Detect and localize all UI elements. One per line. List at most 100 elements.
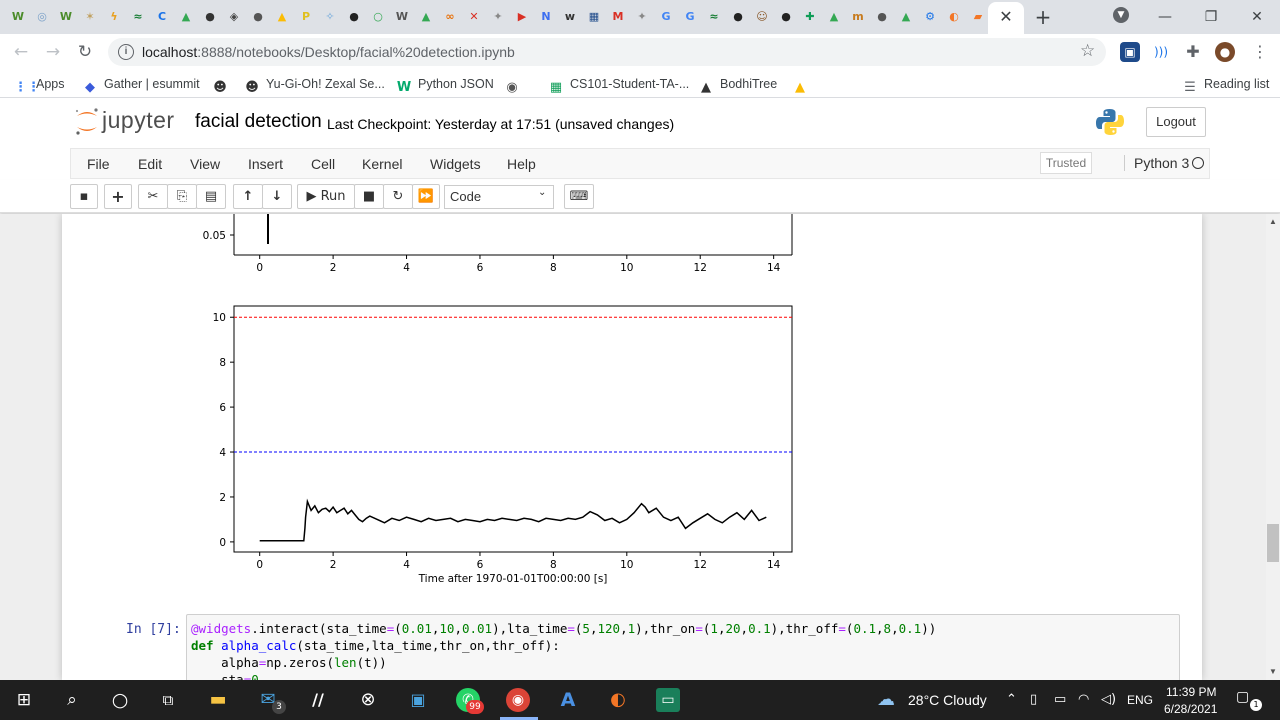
volume-icon[interactable]: ◁) — [1101, 692, 1116, 707]
code-line-3[interactable]: alpha=np.zeros(len(t)) — [191, 655, 387, 670]
bookmark-item[interactable]: W Python JSON — [396, 75, 494, 95]
restore-icon[interactable]: ❐ — [1196, 6, 1226, 28]
c-icon[interactable]: C — [153, 8, 171, 26]
github-icon[interactable]: ● — [729, 8, 747, 26]
back-icon[interactable]: ← — [10, 41, 32, 63]
python-files-icon[interactable]: ▣ — [406, 688, 430, 712]
gmail-icon[interactable]: M — [609, 8, 627, 26]
globe-icon[interactable]: ● — [873, 8, 891, 26]
google-icon[interactable]: G — [681, 8, 699, 26]
bookmark-item[interactable]: ◆ Gather | esummit — [82, 75, 200, 95]
extension-audio-icon[interactable]: ))) — [1151, 42, 1171, 62]
github-icon[interactable]: ● — [201, 8, 219, 26]
scrollbar-thumb[interactable] — [1267, 524, 1279, 562]
cut-icon[interactable]: ✂ — [138, 184, 168, 209]
drive-icon[interactable]: ▲ — [825, 8, 843, 26]
drive-icon[interactable]: ▲ — [177, 8, 195, 26]
gg-icon[interactable]: ≈ — [705, 8, 723, 26]
bookmark-star-icon[interactable]: ☆ — [1080, 41, 1095, 61]
clock-time[interactable]: 11:39 PM — [1166, 685, 1216, 699]
extension-monitor-icon[interactable]: ▣ — [1120, 42, 1140, 62]
wikipedia-icon[interactable]: W — [393, 8, 411, 26]
url-text[interactable]: localhost:8888/notebooks/Desktop/facial%… — [142, 44, 515, 60]
new-tab-button[interactable]: + — [1032, 6, 1054, 28]
m-icon[interactable]: m — [849, 8, 867, 26]
insert-cell-icon[interactable]: + — [104, 184, 132, 209]
profile-avatar[interactable]: ● — [1215, 42, 1235, 62]
battery-icon[interactable]: ▭ — [1054, 692, 1066, 707]
close-tab-icon[interactable]: ✕ — [996, 7, 1016, 27]
sparkle-icon[interactable]: ✧ — [321, 8, 339, 26]
scroll-down-icon[interactable]: ▼ — [1267, 666, 1279, 678]
lightning-icon[interactable]: ϟ — [105, 8, 123, 26]
code-line-1[interactable]: @widgets.interact(sta_time=(0.01,10,0.01… — [191, 621, 936, 636]
search-icon[interactable]: ⌕ — [60, 688, 84, 712]
jupyter-taskbar-icon[interactable]: ◐ — [606, 688, 630, 712]
reload-icon[interactable]: ↻ — [74, 41, 96, 63]
vscode-like-icon[interactable]: // — [306, 688, 330, 712]
code-line-2[interactable]: def alpha_calc(sta_time,lta_time,thr_on,… — [191, 638, 560, 653]
move-up-icon[interactable]: ↑ — [233, 184, 263, 209]
minimize-icon[interactable]: — — [1150, 6, 1180, 28]
settings-icon[interactable]: ⚙ — [921, 8, 939, 26]
n-icon[interactable]: N — [537, 8, 555, 26]
xbox-icon[interactable]: ⊗ — [356, 688, 380, 712]
language-indicator[interactable]: ENG — [1127, 693, 1153, 707]
tab-search-icon[interactable]: ▼ — [1106, 2, 1136, 24]
menu-help[interactable]: Help — [507, 156, 536, 172]
azure-icon[interactable]: A — [556, 688, 580, 712]
forward-icon[interactable]: → — [42, 41, 64, 63]
notification-center-icon[interactable]: ▢ 1 — [1236, 689, 1262, 711]
x-icon[interactable]: ✕ — [465, 8, 483, 26]
wikipedia-icon[interactable]: W — [9, 8, 27, 26]
logout-button[interactable]: Logout — [1146, 107, 1206, 137]
drive-icon[interactable]: ▲ — [273, 8, 291, 26]
kernel-name[interactable]: Python 3 — [1124, 155, 1189, 171]
google-icon[interactable]: G — [657, 8, 675, 26]
bookmark-item[interactable]: ▲ BodhiTree — [698, 75, 777, 95]
reading-list-button[interactable]: ☰ Reading list — [1182, 75, 1269, 95]
jupyter-wordmark[interactable]: jupyter — [102, 107, 175, 134]
bookmark-item[interactable]: ▲ — [792, 75, 814, 95]
menu-insert[interactable]: Insert — [248, 156, 283, 172]
bookmark-item[interactable]: ⋮⋮Apps — [14, 75, 65, 95]
wiktionary-icon[interactable]: W — [57, 8, 75, 26]
bookmark-item[interactable]: ☻ — [212, 75, 234, 95]
command-palette-icon[interactable]: ⌨ — [564, 184, 594, 209]
move-down-icon[interactable]: ↓ — [262, 184, 292, 209]
drive-icon[interactable]: ▲ — [417, 8, 435, 26]
notebook-name[interactable]: facial detection — [195, 111, 322, 133]
tds-icon[interactable]: ▦ — [585, 8, 603, 26]
gg-icon[interactable]: ≈ — [129, 8, 147, 26]
bookmark-item[interactable]: ☻ Yu-Gi-Oh! Zexal Se... — [244, 75, 385, 95]
menu-cell[interactable]: Cell — [311, 156, 335, 172]
menu-view[interactable]: View — [190, 156, 220, 172]
github-icon[interactable]: ● — [345, 8, 363, 26]
play-icon[interactable]: ▶ — [513, 8, 531, 26]
menu-widgets[interactable]: Widgets — [430, 156, 481, 172]
scroll-up-icon[interactable]: ▲ — [1267, 216, 1279, 228]
site-info-icon[interactable]: i — [118, 44, 134, 60]
tray-overflow-icon[interactable]: ⌃ — [1006, 692, 1017, 707]
cortana-icon[interactable]: ○ — [108, 688, 132, 712]
bookmark-item[interactable]: ▦ CS101-Student-TA-... — [548, 75, 689, 95]
jupyter-icon[interactable]: ◐ — [945, 8, 963, 26]
ring-icon[interactable]: ○ — [369, 8, 387, 26]
tray-device-icon[interactable]: ▯ — [1030, 692, 1037, 707]
trusted-indicator[interactable]: Trusted — [1040, 152, 1092, 174]
p-icon[interactable]: P — [297, 8, 315, 26]
github-icon[interactable]: ● — [249, 8, 267, 26]
globe-icon[interactable]: ◎ — [33, 8, 51, 26]
classroom-icon[interactable]: ✚ — [801, 8, 819, 26]
weather-text[interactable]: 28°C Cloudy — [908, 692, 987, 708]
monkey-icon[interactable]: ☺ — [753, 8, 771, 26]
compass-icon[interactable]: ✶ — [81, 8, 99, 26]
drive-icon[interactable]: ▲ — [897, 8, 915, 26]
task-view-icon[interactable]: ⧉ — [156, 688, 180, 712]
page-scrollbar[interactable] — [1266, 214, 1280, 680]
paste-icon[interactable]: ▤ — [196, 184, 226, 209]
menu-kernel[interactable]: Kernel — [362, 156, 402, 172]
restart-run-all-icon[interactable]: ⏩ — [412, 184, 440, 209]
run-button[interactable]: ▶ Run — [297, 184, 355, 209]
restart-icon[interactable]: ↻ — [383, 184, 413, 209]
